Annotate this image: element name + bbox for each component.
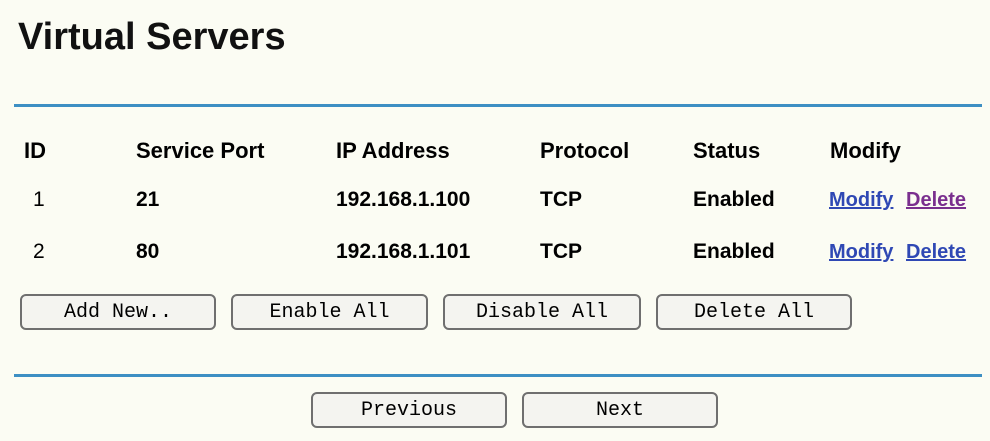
header-modify: Modify xyxy=(830,138,901,163)
modify-link[interactable]: Modify xyxy=(829,241,893,264)
row-protocol: TCP xyxy=(540,240,582,263)
previous-button[interactable]: Previous xyxy=(311,392,507,428)
row-status: Enabled xyxy=(693,240,775,263)
bottom-divider xyxy=(14,374,982,377)
top-divider xyxy=(14,104,982,107)
delete-link[interactable]: Delete xyxy=(906,241,966,264)
row-service-port: 80 xyxy=(136,240,160,263)
delete-link[interactable]: Delete xyxy=(906,189,966,212)
disable-all-button[interactable]: Disable All xyxy=(443,294,641,330)
header-protocol: Protocol xyxy=(540,138,630,163)
page-title: Virtual Servers xyxy=(18,16,286,58)
row-id: 2 xyxy=(33,240,45,263)
header-id: ID xyxy=(24,138,46,163)
row-id: 1 xyxy=(33,188,45,211)
next-button[interactable]: Next xyxy=(522,392,718,428)
header-service-port: Service Port xyxy=(136,138,265,163)
row-status: Enabled xyxy=(693,188,775,211)
modify-link[interactable]: Modify xyxy=(829,189,893,212)
row-ip-address: 192.168.1.100 xyxy=(336,188,471,211)
row-protocol: TCP xyxy=(540,188,582,211)
header-ip-address: IP Address xyxy=(336,138,450,163)
enable-all-button[interactable]: Enable All xyxy=(231,294,428,330)
add-new-button[interactable]: Add New.. xyxy=(20,294,216,330)
row-ip-address: 192.168.1.101 xyxy=(336,240,471,263)
delete-all-button[interactable]: Delete All xyxy=(656,294,852,330)
row-service-port: 21 xyxy=(136,188,160,211)
virtual-servers-panel: Virtual Servers ID Service Port IP Addre… xyxy=(0,0,990,441)
header-status: Status xyxy=(693,138,761,163)
